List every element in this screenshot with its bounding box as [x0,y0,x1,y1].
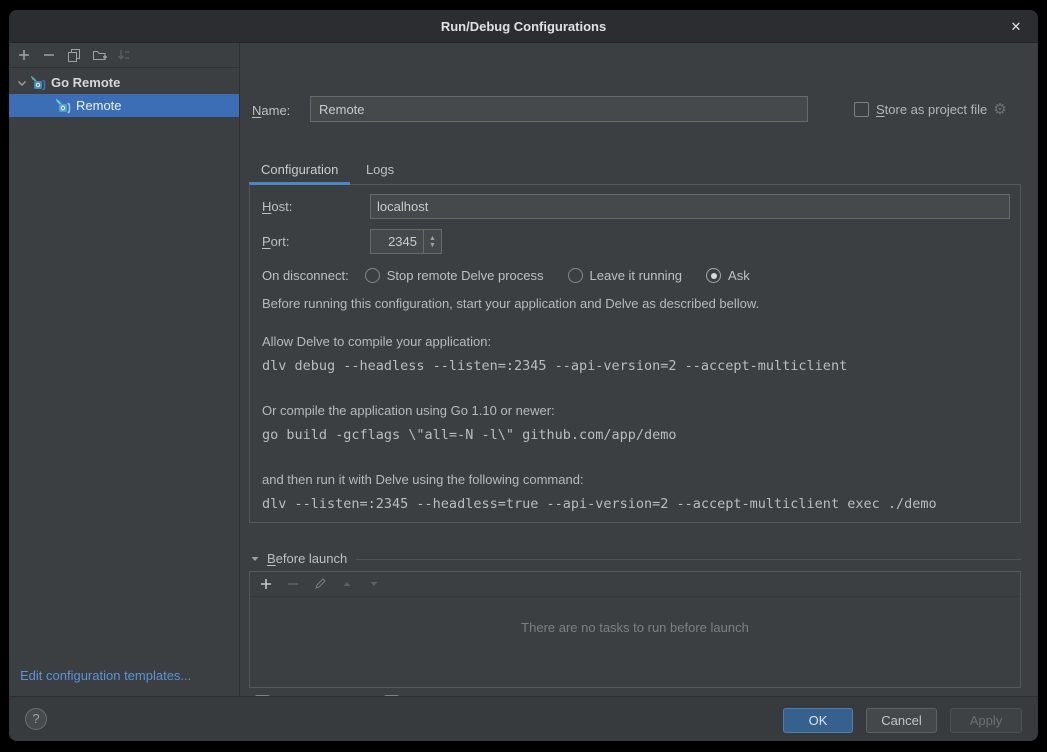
tree-item-remote[interactable]: Remote [9,94,239,117]
tab-logs[interactable]: Logs [354,156,406,185]
tree-group-label: Go Remote [51,75,120,90]
header-rule [356,559,1021,560]
sort-configs-button[interactable] [116,47,132,63]
edit-templates-link[interactable]: Edit configuration templates... [9,668,239,696]
radio-selected-icon [706,268,721,283]
build-title-text: Or compile the application using Go 1.10… [262,403,555,418]
go-remote-icon [30,75,47,91]
collapse-arrow-icon [249,553,261,565]
configurations-sidebar: Go Remote Remote Edit conf [9,43,240,696]
before-launch-title: Before launch [267,551,347,566]
go-remote-icon [55,98,72,114]
apply-button[interactable]: Apply [950,708,1022,733]
spinner-up-icon: ▲ [429,235,436,242]
compile-title-text: Allow Delve to compile your application: [262,334,491,349]
minus-icon [42,48,56,62]
name-input[interactable] [310,96,808,122]
radio-stop-remote-delve[interactable]: Stop remote Delve process [365,268,544,283]
configurations-tree: Go Remote Remote [9,68,239,668]
tab-strip: Configuration Logs [249,156,1021,185]
build-command-text: go build -gcflags \"all=-N -l\" github.c… [262,427,677,443]
help-button[interactable]: ? [25,708,47,730]
add-config-button[interactable] [16,47,32,63]
plus-icon [259,577,273,591]
remove-config-button[interactable] [41,47,57,63]
sort-az-icon [117,48,131,62]
move-task-up-button[interactable] [339,576,355,592]
port-label: Port: [262,234,289,249]
window-title: Run/Debug Configurations [441,19,606,34]
triangle-down-icon [368,578,380,590]
pencil-icon [313,577,327,591]
dialog-footer: ? OK Cancel Apply [9,696,1038,741]
triangle-up-icon [341,578,353,590]
before-launch-tasks-panel: There are no tasks to run before launch [249,571,1021,688]
radio-icon [365,268,380,283]
configuration-tab-panel: Host: Port: ▲ ▼ On disconnect: Stop remo… [249,184,1021,523]
compile-command-text: dlv debug --headless --listen=:2345 --ap… [262,358,847,374]
title-bar: Run/Debug Configurations ✕ [9,10,1038,43]
sidebar-toolbar [9,43,239,68]
copy-config-button[interactable] [66,47,82,63]
plus-icon [17,48,31,62]
name-label: Name: [252,103,290,118]
copy-icon [67,48,81,62]
gear-icon[interactable]: ⚙ [993,100,1006,118]
spinner-down-icon: ▼ [429,242,436,249]
intro-text: Before running this configuration, start… [262,296,759,311]
radio-ask[interactable]: Ask [706,268,750,283]
tree-item-label: Remote [76,98,122,113]
new-folder-icon [92,48,107,62]
add-task-button[interactable] [258,576,274,592]
tasks-toolbar [250,572,1020,597]
store-as-project-checkbox[interactable] [854,102,869,117]
port-spinner[interactable]: ▲ ▼ [423,230,441,253]
tab-configuration[interactable]: Configuration [249,156,350,185]
run-title-text: and then run it with Delve using the fol… [262,472,584,487]
ok-button[interactable]: OK [783,708,853,733]
host-input[interactable] [370,194,1010,219]
port-input[interactable] [371,230,423,253]
new-folder-button[interactable] [91,47,107,63]
empty-tasks-text: There are no tasks to run before launch [250,620,1020,635]
chevron-down-icon [14,75,30,91]
disconnect-label: On disconnect: [262,268,349,283]
radio-icon [568,268,583,283]
port-stepper: ▲ ▼ [370,229,442,254]
radio-leave-it-running[interactable]: Leave it running [568,268,683,283]
minus-icon [286,577,300,591]
dialog-body: Go Remote Remote Edit conf [9,43,1038,696]
before-launch-header[interactable]: Before launch [249,551,1021,566]
host-label: Host: [262,199,292,214]
close-icon: ✕ [1011,19,1022,34]
close-button[interactable]: ✕ [1007,18,1025,36]
remove-task-button[interactable] [285,576,301,592]
configuration-editor: Name: Store as project file ⚙ Configurat… [240,43,1038,696]
run-command-text: dlv --listen=:2345 --headless=true --api… [262,496,937,512]
move-task-down-button[interactable] [366,576,382,592]
on-disconnect-row: On disconnect: Stop remote Delve process… [262,268,774,283]
cancel-button[interactable]: Cancel [866,708,937,733]
store-as-project-row: Store as project file ⚙ [854,100,1007,118]
edit-task-button[interactable] [312,576,328,592]
run-debug-configurations-dialog: Run/Debug Configurations ✕ [9,10,1038,741]
tree-group-go-remote[interactable]: Go Remote [9,71,239,94]
store-as-project-label: Store as project file [876,102,987,117]
